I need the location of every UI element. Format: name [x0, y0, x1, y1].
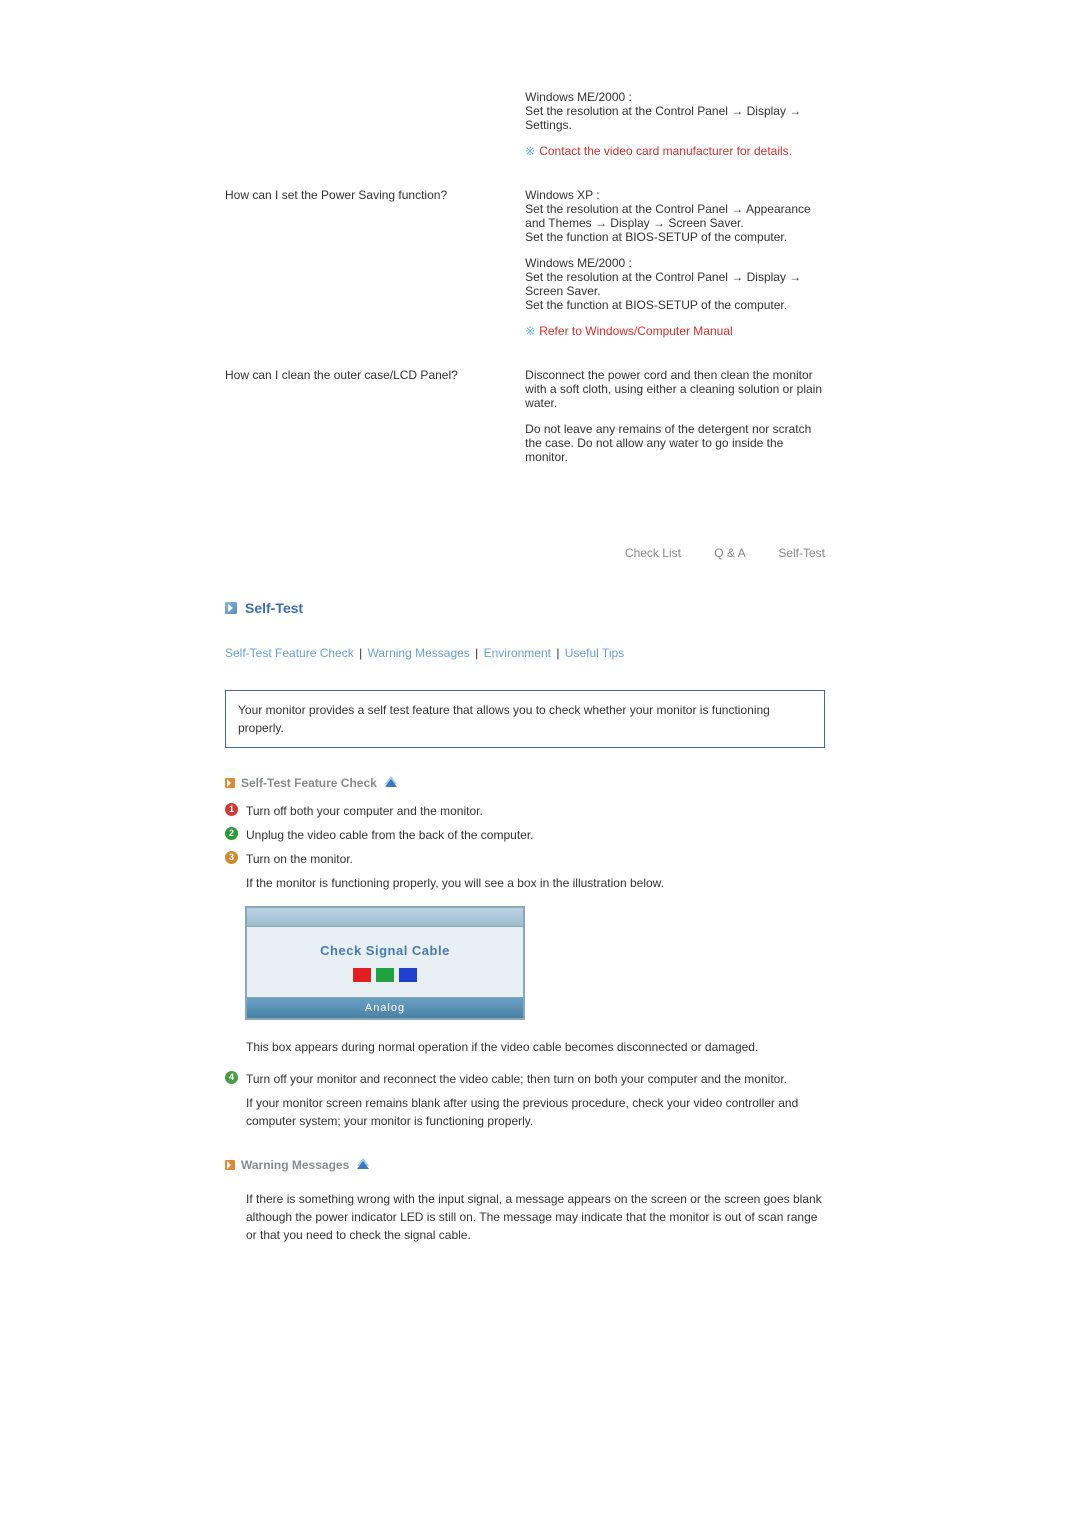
- qa-question: How can I clean the outer case/LCD Panel…: [225, 368, 525, 476]
- illustration-color-squares: [353, 968, 417, 982]
- qa-answer: Windows XP : Set the resolution at the C…: [525, 188, 825, 350]
- reference-mark-icon: ※: [525, 324, 535, 338]
- subnav-useful-tips[interactable]: Useful Tips: [565, 646, 624, 660]
- subsection-self-test-feature-check: Self-Test Feature Check: [225, 776, 825, 790]
- illustration-caption: This box appears during normal operation…: [246, 1038, 825, 1056]
- color-green-icon: [376, 968, 394, 982]
- illustration-message: Check Signal Cable: [320, 943, 450, 958]
- back-to-top-icon[interactable]: [357, 1161, 369, 1169]
- tabs-row: Check List Q & A Self-Test: [225, 546, 825, 560]
- step-4-follow-text: If your monitor screen remains blank aft…: [246, 1094, 825, 1130]
- warning-text: If there is something wrong with the inp…: [246, 1190, 825, 1244]
- qa-row-previous: Windows ME/2000 : Set the resolution at …: [225, 90, 825, 170]
- section-header-self-test: Self-Test: [225, 600, 825, 616]
- qa-answer-paragraph: Windows ME/2000 : Set the resolution at …: [525, 256, 825, 312]
- color-blue-icon: [399, 968, 417, 982]
- separator: |: [556, 646, 559, 660]
- subsection-warning-messages: Warning Messages: [225, 1158, 825, 1172]
- illustration-footer: Analog: [247, 997, 523, 1018]
- self-test-illustration: Check Signal Cable Analog: [245, 906, 525, 1020]
- qa-answer-note: ※Refer to Windows/Computer Manual: [525, 324, 825, 338]
- qa-answer-previous: Windows ME/2000 : Set the resolution at …: [525, 90, 825, 170]
- qa-answer-note: ※Contact the video card manufacturer for…: [525, 144, 825, 158]
- subnav-self-test-feature-check[interactable]: Self-Test Feature Check: [225, 646, 354, 660]
- subsection-title: Warning Messages: [241, 1158, 349, 1172]
- color-red-icon: [353, 968, 371, 982]
- steps-list: 1 Turn off both your computer and the mo…: [225, 802, 825, 868]
- subsection-title: Self-Test Feature Check: [241, 776, 377, 790]
- tab-self-test[interactable]: Self-Test: [778, 546, 825, 560]
- separator: |: [475, 646, 478, 660]
- step-text: Turn off your monitor and reconnect the …: [246, 1070, 825, 1088]
- qa-row-cleaning: How can I clean the outer case/LCD Panel…: [225, 368, 825, 476]
- illustration-body: Check Signal Cable: [247, 927, 523, 997]
- subnav-environment[interactable]: Environment: [484, 646, 551, 660]
- qa-question: How can I set the Power Saving function?: [225, 188, 525, 350]
- step-text: Unplug the video cable from the back of …: [246, 826, 825, 844]
- step-number-icon: 2: [225, 827, 238, 840]
- subsection-bullet-icon: [225, 778, 235, 788]
- tab-qa[interactable]: Q & A: [714, 546, 745, 560]
- step-1: 1 Turn off both your computer and the mo…: [225, 802, 825, 820]
- section-title: Self-Test: [245, 600, 303, 616]
- step-4: 4 Turn off your monitor and reconnect th…: [225, 1070, 825, 1088]
- illustration-titlebar: [247, 908, 523, 927]
- step-number-icon: 3: [225, 851, 238, 864]
- section-arrow-icon: [225, 602, 237, 614]
- step-number-icon: 4: [225, 1071, 238, 1084]
- subsection-bullet-icon: [225, 1160, 235, 1170]
- separator: |: [359, 646, 362, 660]
- step-text: Turn on the monitor.: [246, 850, 825, 868]
- steps-list-continued: 4 Turn off your monitor and reconnect th…: [225, 1070, 825, 1088]
- qa-answer: Disconnect the power cord and then clean…: [525, 368, 825, 476]
- qa-answer-paragraph: Disconnect the power cord and then clean…: [525, 368, 825, 410]
- qa-question-empty: [225, 90, 525, 170]
- step-number-icon: 1: [225, 803, 238, 816]
- qa-row-power-saving: How can I set the Power Saving function?…: [225, 188, 825, 350]
- tab-check-list[interactable]: Check List: [625, 546, 681, 560]
- step-3-follow-text: If the monitor is functioning properly, …: [246, 874, 825, 892]
- intro-box: Your monitor provides a self test featur…: [225, 690, 825, 748]
- step-2: 2 Unplug the video cable from the back o…: [225, 826, 825, 844]
- qa-answer-paragraph: Windows XP : Set the resolution at the C…: [525, 188, 825, 244]
- subnav: Self-Test Feature Check | Warning Messag…: [225, 646, 825, 660]
- reference-mark-icon: ※: [525, 144, 535, 158]
- illustration-panel: Check Signal Cable Analog: [245, 906, 525, 1020]
- step-text: Turn off both your computer and the moni…: [246, 802, 825, 820]
- step-3: 3 Turn on the monitor.: [225, 850, 825, 868]
- subnav-warning-messages[interactable]: Warning Messages: [368, 646, 470, 660]
- qa-answer-paragraph: Windows ME/2000 : Set the resolution at …: [525, 90, 825, 132]
- qa-answer-paragraph: Do not leave any remains of the detergen…: [525, 422, 825, 464]
- back-to-top-icon[interactable]: [385, 779, 397, 787]
